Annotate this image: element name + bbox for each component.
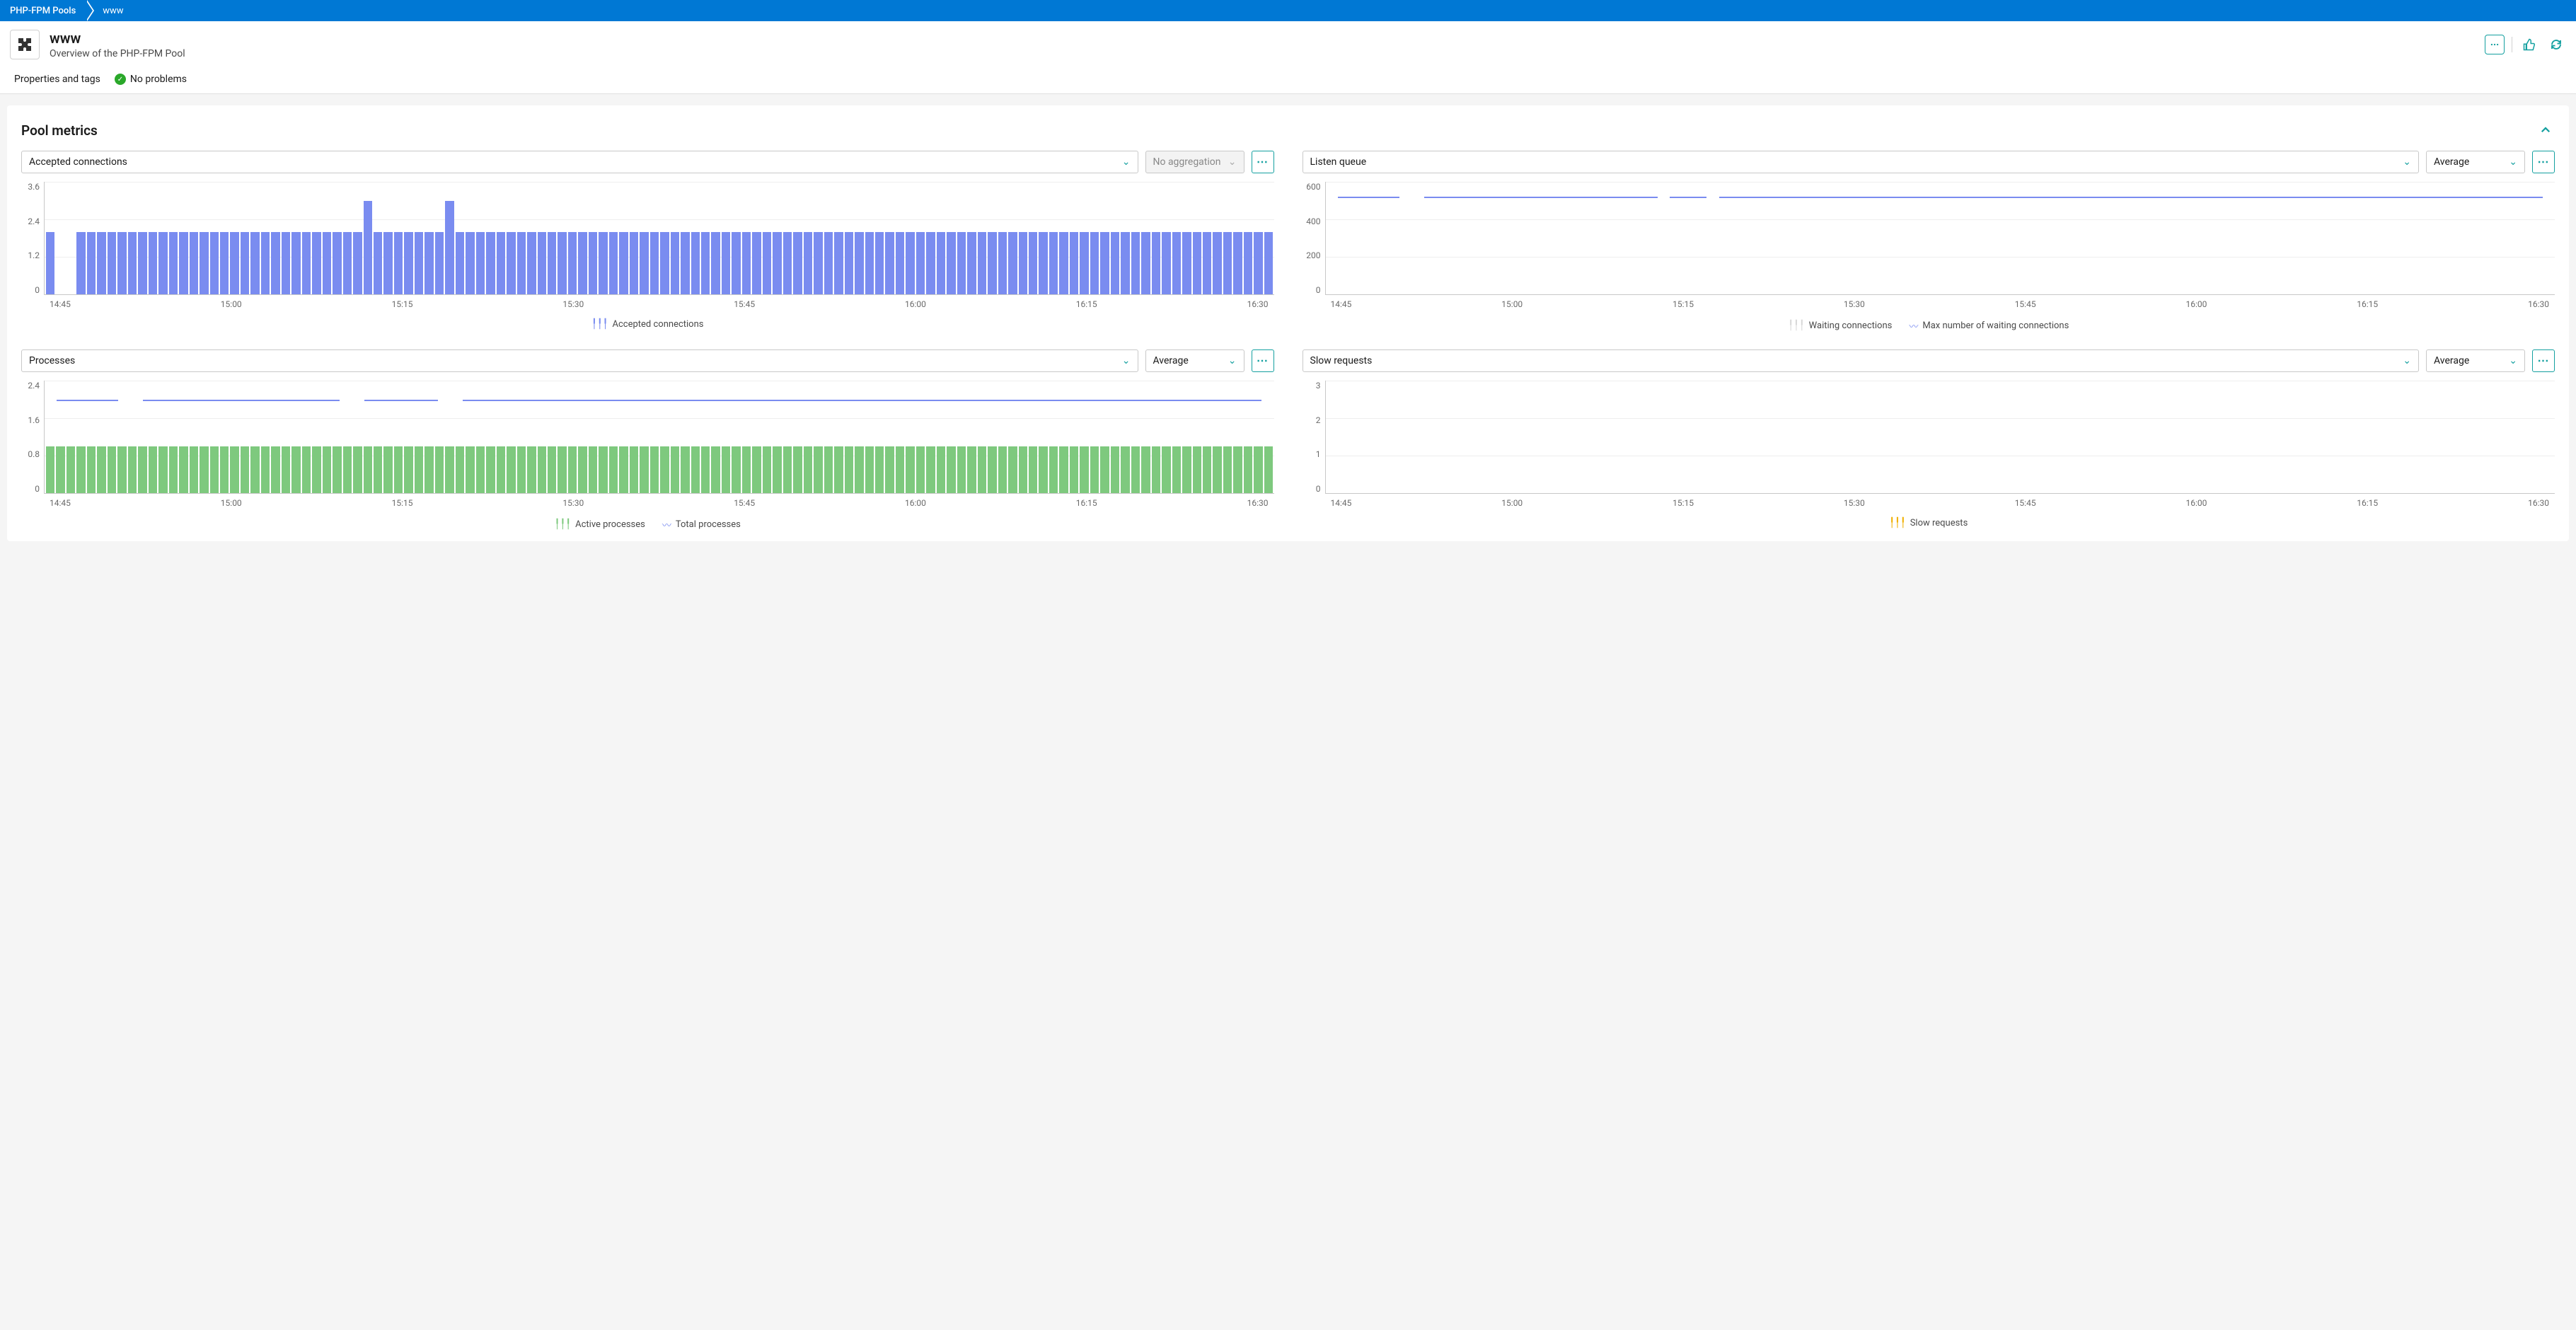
- check-circle-icon: ✓: [115, 74, 126, 85]
- y-axis: 3 2 1 0: [1303, 381, 1325, 494]
- metric-selector[interactable]: Processes ⌄: [21, 349, 1138, 372]
- chevron-down-icon: ⌄: [1122, 355, 1131, 366]
- more-horizontal-icon: [2490, 40, 2500, 50]
- bar-series: [45, 182, 1274, 294]
- metric-label: Slow requests: [1310, 355, 1373, 366]
- page-subtitle: Overview of the PHP-FPM Pool: [50, 48, 185, 59]
- more-horizontal-icon: ⋯: [2538, 155, 2550, 169]
- bars-icon: ╿╿╿: [591, 319, 608, 330]
- chart-processes: Processes ⌄ Average ⌄ ⋯ 2.4 1.6 0.8 0: [21, 349, 1274, 531]
- bars-icon: ╿╿╿: [1788, 320, 1804, 331]
- chart-plot[interactable]: [44, 381, 1274, 494]
- breadcrumb: PHP-FPM Pools www: [0, 0, 2576, 21]
- aggregation-label: Average: [2434, 156, 2469, 168]
- page-actions-menu[interactable]: [2485, 35, 2505, 54]
- chart-plot[interactable]: [1325, 182, 2555, 295]
- legend-item[interactable]: ╿╿╿ Accepted connections: [591, 319, 703, 330]
- aggregation-selector[interactable]: Average ⌄: [2426, 349, 2525, 372]
- bar-series: [45, 381, 1274, 493]
- status-text: No problems: [130, 74, 187, 85]
- properties-and-tags-link[interactable]: Properties and tags: [14, 74, 100, 85]
- metric-selector[interactable]: Slow requests ⌄: [1303, 349, 2420, 372]
- puzzle-icon: [16, 36, 33, 53]
- bars-icon: ╿╿╿: [1889, 518, 1905, 528]
- chart-slow-requests: Slow requests ⌄ Average ⌄ ⋯ 3 2 1 0: [1303, 349, 2555, 531]
- refresh-icon: [2550, 38, 2563, 51]
- x-axis: 14:4515:0015:1515:3015:4516:0016:1516:30: [1325, 498, 2555, 508]
- breadcrumb-root[interactable]: PHP-FPM Pools: [0, 0, 86, 21]
- pool-metrics-card: Pool metrics Accepted connections ⌄ No a…: [7, 105, 2569, 541]
- aggregation-label: No aggregation: [1153, 156, 1221, 168]
- x-axis: 14:4515:0015:1515:3015:4516:0016:1516:30: [1325, 299, 2555, 309]
- chart-listen-queue: Listen queue ⌄ Average ⌄ ⋯ 600 400 200 0: [1303, 151, 2555, 332]
- metric-selector[interactable]: Listen queue ⌄: [1303, 151, 2420, 173]
- chevron-down-icon: ⌄: [2509, 156, 2517, 168]
- metric-label: Listen queue: [1310, 156, 1367, 168]
- status-indicator[interactable]: ✓ No problems: [115, 74, 187, 85]
- chart-accepted-connections: Accepted connections ⌄ No aggregation ⌄ …: [21, 151, 1274, 332]
- legend-item[interactable]: ╿╿╿ Slow requests: [1889, 518, 1968, 528]
- metric-label: Accepted connections: [29, 156, 127, 168]
- aggregation-selector[interactable]: Average ⌄: [1145, 349, 1244, 372]
- page-title: www: [50, 30, 185, 47]
- thumbs-up-icon: [2523, 38, 2536, 51]
- chart-menu-button[interactable]: ⋯: [1252, 151, 1274, 173]
- y-axis: 600 400 200 0: [1303, 182, 1325, 295]
- legend-item[interactable]: 〰 Total processes: [662, 518, 741, 531]
- feedback-button[interactable]: [2519, 35, 2539, 54]
- section-title: Pool metrics: [21, 122, 98, 139]
- collapse-button[interactable]: [2536, 121, 2555, 139]
- y-axis: 2.4 1.6 0.8 0: [21, 381, 44, 494]
- more-horizontal-icon: ⋯: [1257, 155, 1269, 169]
- aggregation-selector[interactable]: Average ⌄: [2426, 151, 2525, 173]
- chevron-up-icon: [2539, 124, 2552, 137]
- chart-menu-button[interactable]: ⋯: [1252, 349, 1274, 372]
- legend-item[interactable]: 〰 Max number of waiting connections: [1909, 319, 2069, 332]
- chart-plot[interactable]: [1325, 381, 2555, 494]
- aggregation-label: Average: [2434, 355, 2469, 366]
- legend-item[interactable]: ╿╿╿ Active processes: [555, 518, 645, 531]
- more-horizontal-icon: ⋯: [2538, 354, 2550, 368]
- bars-icon: ╿╿╿: [555, 519, 571, 530]
- chevron-down-icon: ⌄: [2403, 355, 2411, 366]
- aggregation-label: Average: [1153, 355, 1189, 366]
- page-header: www Overview of the PHP-FPM Pool Propert…: [0, 21, 2576, 94]
- metric-label: Processes: [29, 355, 75, 366]
- chart-menu-button[interactable]: ⋯: [2532, 151, 2555, 173]
- entity-icon: [10, 30, 40, 59]
- x-axis: 14:4515:0015:1515:3015:4516:0016:1516:30: [44, 299, 1274, 309]
- line-icon: 〰: [1909, 319, 1918, 332]
- aggregation-selector: No aggregation ⌄: [1145, 151, 1244, 173]
- y-axis: 3.6 2.4 1.2 0: [21, 182, 44, 295]
- chevron-down-icon: ⌄: [1122, 156, 1131, 168]
- metric-selector[interactable]: Accepted connections ⌄: [21, 151, 1138, 173]
- chevron-down-icon: ⌄: [2403, 156, 2411, 168]
- chart-plot[interactable]: [44, 182, 1274, 295]
- refresh-button[interactable]: [2546, 35, 2566, 54]
- chevron-down-icon: ⌄: [2509, 355, 2517, 366]
- legend-item[interactable]: ╿╿╿ Waiting connections: [1788, 319, 1892, 332]
- more-horizontal-icon: ⋯: [1257, 354, 1269, 368]
- x-axis: 14:4515:0015:1515:3015:4516:0016:1516:30: [44, 498, 1274, 508]
- chart-menu-button[interactable]: ⋯: [2532, 349, 2555, 372]
- chevron-down-icon: ⌄: [1228, 156, 1237, 168]
- line-icon: 〰: [662, 518, 671, 531]
- chevron-down-icon: ⌄: [1228, 355, 1237, 366]
